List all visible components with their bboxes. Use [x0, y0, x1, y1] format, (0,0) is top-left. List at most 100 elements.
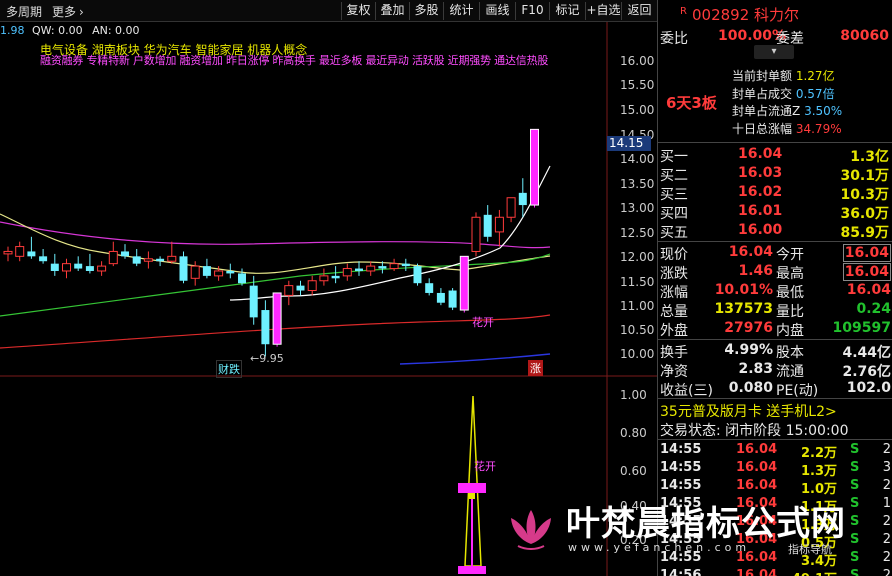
- price-axis: 16.00 15.50 15.00 14.50 14.00 13.50 13.0…: [0, 0, 657, 576]
- quote-row: 涨跌 1.46 最高 16.04: [658, 263, 892, 282]
- tick-price: 16.04: [736, 478, 778, 493]
- quote-value: 0.24: [856, 301, 891, 317]
- fund-value: 0.080: [728, 380, 773, 396]
- quote-row: 外盘 27976 内盘 109597: [658, 320, 892, 339]
- tick-count: 2: [882, 514, 891, 529]
- quote-row: 涨幅 10.01% 最低 16.04: [658, 282, 892, 301]
- price-tick: 12.00: [620, 250, 655, 264]
- price-tick: 15.00: [620, 103, 655, 117]
- price-tick: 15.50: [620, 78, 655, 92]
- tick-count: 2: [882, 442, 891, 457]
- quote-label: 内盘: [776, 323, 804, 339]
- bid-row[interactable]: 买四 16.01 36.0万: [658, 203, 892, 222]
- seal-value: 3.50%: [804, 104, 843, 118]
- fund-label: PE(动): [776, 383, 819, 399]
- tick-volume: 1.3万: [800, 464, 837, 479]
- fund-value: 4.99%: [724, 342, 773, 358]
- bid-label: 买四: [660, 206, 688, 222]
- tick-side: S: [850, 460, 860, 475]
- bid-price: 16.03: [738, 165, 783, 181]
- fund-row: 换手 4.99% 股本 4.44亿: [658, 342, 892, 361]
- quote-value: 16.04: [846, 282, 891, 298]
- tick-price: 16.04: [736, 442, 778, 457]
- tick-count: 2: [882, 568, 891, 576]
- collapse-arrow-icon[interactable]: ▾: [754, 45, 794, 59]
- tick-side: S: [850, 442, 860, 457]
- bid-row[interactable]: 买三 16.02 10.3万: [658, 184, 892, 203]
- quote-row: 总量 137573 量比 0.24: [658, 301, 892, 320]
- current-price-tag: 14.15: [607, 136, 651, 151]
- fund-label: 净资: [660, 364, 688, 380]
- quote-value: 16.04: [842, 244, 891, 262]
- fund-label: 股本: [776, 345, 804, 361]
- seal-label: 封单占成交: [732, 86, 793, 101]
- quote-label: 总量: [660, 304, 688, 320]
- bid-row[interactable]: 买五 16.00 85.9万: [658, 222, 892, 241]
- low-price-label: ←9.95: [250, 352, 284, 365]
- bid-price: 16.04: [738, 146, 783, 162]
- quote-value: 27976: [724, 320, 773, 336]
- watermark: 叶梵晨指标公式网 www.yefanchen.com 指标导航: [506, 496, 876, 576]
- watermark-sub: 指标导航: [788, 543, 832, 556]
- quote-label: 今开: [776, 247, 804, 263]
- price-tick: 10.50: [620, 323, 655, 337]
- tick-count: 2: [882, 532, 891, 547]
- weicha-value: 80060: [840, 28, 889, 44]
- lower-axis-tick: 1.00: [620, 388, 647, 402]
- bid-label: 买二: [660, 168, 688, 184]
- board-count-badge: 6天3板: [666, 94, 717, 112]
- lower-axis-tick: 0.80: [620, 426, 647, 440]
- quote-label: 现价: [660, 247, 688, 263]
- tag-huakai-bottom: 花开: [474, 460, 496, 473]
- price-tick: 13.50: [620, 177, 655, 191]
- seal-label: 当前封单额: [732, 69, 793, 83]
- promo-link[interactable]: 35元普及版月卡 送手机L2>: [660, 401, 837, 421]
- divider: [658, 241, 892, 242]
- seal-value: 0.57倍: [795, 86, 835, 101]
- trade-status: 交易状态: 闭市阶段 15:00:00: [660, 420, 849, 440]
- quote-panel: R 002892 科力尔 委比 100.00% 委差 80060 ▾ 6天3板 …: [657, 0, 892, 576]
- quote-value: 16.04: [728, 244, 773, 260]
- quote-value: 16.04: [842, 263, 891, 281]
- trade-status-value: 闭市阶段 15:00:00: [725, 423, 849, 439]
- bid-price: 16.00: [738, 222, 783, 238]
- price-tick: 12.50: [620, 226, 655, 240]
- trade-status-label: 交易状态:: [660, 423, 721, 439]
- fund-label: 收益(三): [660, 383, 713, 399]
- bid-label: 买五: [660, 225, 688, 241]
- watermark-url: www.yefanchen.com: [568, 541, 751, 554]
- quote-row: 现价 16.04 今开 16.04: [658, 244, 892, 263]
- tick-time: 14:55: [660, 460, 702, 475]
- bid-volume: 36.0万: [840, 206, 889, 222]
- bid-row[interactable]: 买一 16.04 1.3亿: [658, 146, 892, 165]
- divider: [658, 398, 892, 399]
- fund-row: 净资 2.83 流通 2.76亿: [658, 361, 892, 380]
- bid-volume: 10.3万: [840, 187, 889, 203]
- bid-label: 买一: [660, 149, 688, 165]
- quote-label: 涨跌: [660, 266, 688, 282]
- seal-info: 当前封单额 1.27亿 封单占成交 0.57倍 封单占流通Z 3.50% 十日总…: [732, 68, 842, 138]
- tick-volume: 1.0万: [800, 482, 837, 497]
- bid-row[interactable]: 买二 16.03 30.1万: [658, 165, 892, 184]
- tick-count: 1: [882, 496, 891, 511]
- seal-label: 十日总涨幅: [732, 121, 793, 136]
- bid-volume: 85.9万: [840, 225, 889, 241]
- divider: [658, 439, 892, 440]
- quote-label: 外盘: [660, 323, 688, 339]
- quote-value: 109597: [832, 320, 891, 336]
- bid-price: 16.01: [738, 203, 783, 219]
- stock-code-name[interactable]: 002892 科力尔: [692, 4, 799, 25]
- price-tick: 11.50: [620, 275, 655, 289]
- bid-label: 买三: [660, 187, 688, 203]
- low-price-value: 9.95: [259, 352, 284, 365]
- price-tick: 11.00: [620, 299, 655, 313]
- tick-count: 2: [882, 550, 891, 565]
- price-tick: 10.00: [620, 347, 655, 361]
- price-tick: 16.00: [620, 54, 655, 68]
- tick-row: 14:55 16.04 1.3万 S 3: [658, 460, 892, 479]
- tick-row: 14:55 16.04 2.2万 S 2: [658, 442, 892, 461]
- tick-side: S: [850, 478, 860, 493]
- quote-label: 最低: [776, 285, 804, 301]
- price-tick: 13.00: [620, 201, 655, 215]
- fund-value: 4.44亿: [842, 345, 891, 361]
